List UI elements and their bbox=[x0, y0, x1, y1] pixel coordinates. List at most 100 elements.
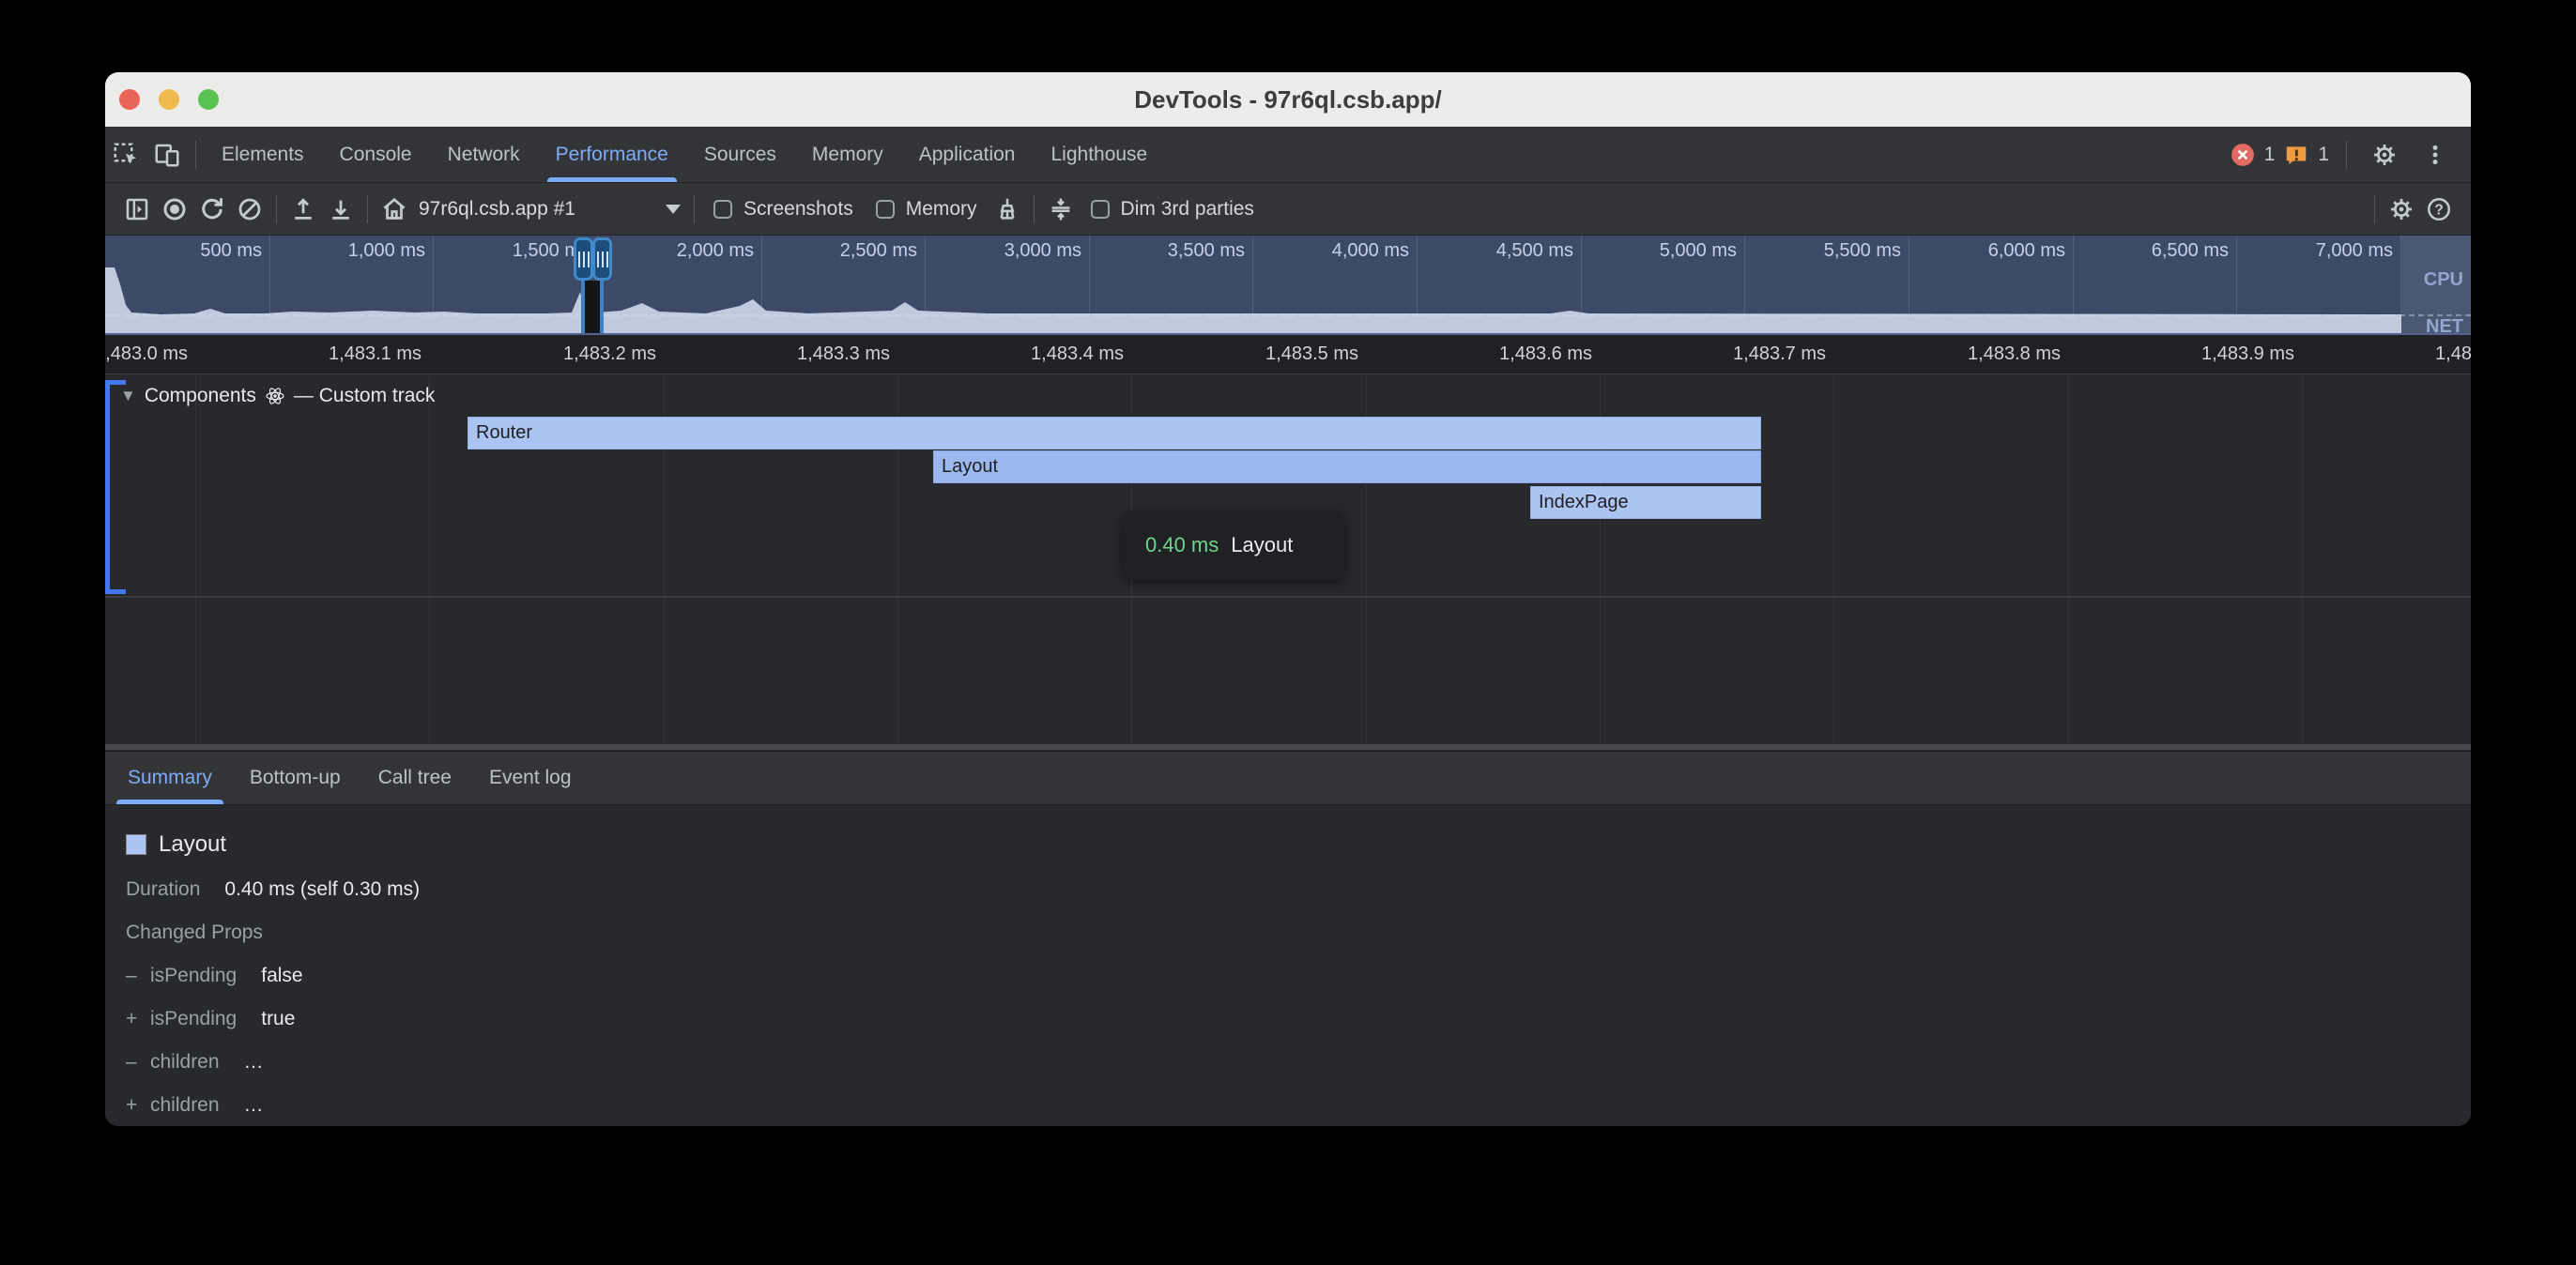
performance-toolbar: 97r6ql.csb.app #1 Screenshots Memory bbox=[105, 183, 2471, 236]
selection-left-handle[interactable] bbox=[574, 237, 593, 281]
tab-event-log[interactable]: Event log bbox=[470, 752, 590, 804]
flame-bar-router[interactable]: Router bbox=[468, 417, 1761, 450]
tabbar-right-cluster: 1 1 bbox=[2231, 127, 2471, 182]
tab-lighthouse[interactable]: Lighthouse bbox=[1033, 127, 1165, 182]
dim-3rd-parties-label: Dim 3rd parties bbox=[1121, 198, 1254, 221]
ruler-tick: 1,483.7 ms bbox=[1733, 343, 1826, 365]
tab-call-tree[interactable]: Call tree bbox=[360, 752, 470, 804]
changed-props-header: Changed Props bbox=[126, 922, 2471, 944]
tab-console[interactable]: Console bbox=[322, 127, 430, 182]
prop-sign: + bbox=[126, 1008, 150, 1030]
tab-performance[interactable]: Performance bbox=[538, 127, 686, 182]
inspect-element-icon[interactable] bbox=[105, 127, 146, 182]
ruler-tick: 1,483.3 ms bbox=[797, 343, 890, 365]
settings-gear-icon[interactable] bbox=[2364, 141, 2405, 169]
prop-key: children bbox=[150, 1094, 220, 1116]
window-title: DevTools - 97r6ql.csb.app/ bbox=[105, 85, 2471, 114]
svg-text:?: ? bbox=[2434, 202, 2444, 218]
prop-key: isPending bbox=[150, 1008, 237, 1029]
ruler-tick: 1,483.8 ms bbox=[1968, 343, 2061, 365]
titlebar: DevTools - 97r6ql.csb.app/ bbox=[105, 72, 2471, 127]
tab-memory[interactable]: Memory bbox=[794, 127, 901, 182]
screenshots-checkbox-group[interactable]: Screenshots bbox=[713, 198, 853, 221]
flame-bar-layout[interactable]: Layout bbox=[933, 450, 1761, 483]
ruler-tick: 1,483.6 ms bbox=[1499, 343, 1592, 365]
tab-elements[interactable]: Elements bbox=[204, 127, 322, 182]
selection-right-handle[interactable] bbox=[592, 237, 612, 281]
upload-profile-icon[interactable] bbox=[284, 195, 322, 223]
cpu-lane-label: CPU bbox=[2424, 269, 2463, 291]
timeline-overview[interactable]: 500 ms 1,000 ms 1,500 ms 2,000 ms 2,500 … bbox=[105, 236, 2471, 335]
clear-icon[interactable] bbox=[231, 195, 268, 223]
ruler-tick: 1,483.2 ms bbox=[563, 343, 656, 365]
home-icon[interactable] bbox=[376, 195, 413, 223]
download-profile-icon[interactable] bbox=[322, 195, 360, 223]
tab-sources[interactable]: Sources bbox=[686, 127, 794, 182]
dim-3rd-parties-checkbox[interactable] bbox=[1091, 200, 1110, 219]
tab-bottom-up[interactable]: Bottom-up bbox=[231, 752, 360, 804]
ruler-tick: 1,483.5 ms bbox=[1265, 343, 1358, 365]
tab-application[interactable]: Application bbox=[901, 127, 1034, 182]
changed-props-label: Changed Props bbox=[126, 922, 263, 944]
target-selector-value: 97r6ql.csb.app #1 bbox=[419, 198, 575, 221]
divider bbox=[195, 141, 196, 169]
gridline bbox=[429, 374, 430, 751]
track-name: Components bbox=[145, 385, 256, 407]
cpu-activity-chart bbox=[105, 236, 2401, 335]
record-icon[interactable] bbox=[156, 195, 193, 223]
ruler-tick: 1,483.1 ms bbox=[329, 343, 422, 365]
record-and-reload-icon[interactable] bbox=[193, 195, 231, 223]
prop-value: … bbox=[244, 1094, 264, 1117]
prop-row: –children … bbox=[126, 1051, 2471, 1074]
garbage-collect-icon[interactable] bbox=[989, 195, 1026, 223]
tab-summary[interactable]: Summary bbox=[109, 752, 231, 804]
prop-value: … bbox=[244, 1051, 264, 1074]
throttling-icon[interactable] bbox=[1042, 195, 1080, 223]
capture-settings-gear-icon[interactable] bbox=[2383, 195, 2420, 223]
track-header[interactable]: ▼ Components — Custom track bbox=[120, 380, 435, 412]
gridline bbox=[2302, 374, 2303, 751]
main-tabbar: Elements Console Network Performance Sou… bbox=[105, 127, 2471, 183]
details-tabbar: Summary Bottom-up Call tree Event log bbox=[105, 751, 2471, 805]
warning-icon[interactable] bbox=[2284, 143, 2308, 167]
prop-sign: – bbox=[126, 1051, 150, 1074]
selection-window[interactable] bbox=[585, 281, 600, 335]
detail-time-ruler[interactable]: 1,483.0 ms 1,483.1 ms 1,483.2 ms 1,483.3… bbox=[105, 335, 2471, 374]
prop-sign: – bbox=[126, 965, 150, 987]
prop-row: +isPending true bbox=[126, 1008, 2471, 1030]
memory-checkbox-group[interactable]: Memory bbox=[876, 198, 977, 221]
horizontal-scrollbar[interactable] bbox=[105, 744, 2471, 750]
flame-chart[interactable]: ▼ Components — Custom track Router Layou… bbox=[105, 374, 2471, 751]
prop-row: +children … bbox=[126, 1094, 2471, 1117]
prop-row: –isPending false bbox=[126, 965, 2471, 987]
ruler-tick: 1,483.0 ms bbox=[105, 343, 188, 365]
gridline bbox=[1833, 374, 1834, 751]
error-icon[interactable] bbox=[2231, 143, 2255, 167]
track-selection-bracket-bottom bbox=[105, 589, 126, 594]
prop-value: true bbox=[261, 1008, 295, 1030]
event-color-swatch bbox=[126, 834, 146, 855]
target-selector-dropdown[interactable]: 97r6ql.csb.app #1 bbox=[419, 198, 681, 221]
track-suffix: — Custom track bbox=[294, 385, 436, 407]
react-atom-icon bbox=[265, 386, 285, 406]
divider bbox=[2346, 141, 2347, 169]
dim-3rd-parties-checkbox-group[interactable]: Dim 3rd parties bbox=[1091, 198, 1254, 221]
divider bbox=[1034, 195, 1035, 223]
device-toolbar-icon[interactable] bbox=[146, 127, 188, 182]
memory-label: Memory bbox=[906, 198, 977, 221]
collapse-triangle-icon[interactable]: ▼ bbox=[120, 387, 136, 405]
tooltip-duration: 0.40 ms bbox=[1145, 533, 1219, 557]
toggle-sidebar-icon[interactable] bbox=[118, 195, 156, 223]
memory-checkbox[interactable] bbox=[876, 200, 895, 219]
error-count: 1 bbox=[2264, 144, 2276, 166]
tab-network[interactable]: Network bbox=[430, 127, 538, 182]
duration-value: 0.40 ms (self 0.30 ms) bbox=[224, 878, 420, 901]
flame-bar-indexpage[interactable]: IndexPage bbox=[1530, 486, 1761, 519]
overview-right-panel: CPU NET bbox=[2401, 236, 2471, 333]
selection-right-stem bbox=[600, 281, 604, 335]
kebab-menu-icon[interactable] bbox=[2415, 143, 2456, 167]
screenshots-checkbox[interactable] bbox=[713, 200, 732, 219]
gridline bbox=[2068, 374, 2069, 751]
summary-panel: Layout Duration 0.40 ms (self 0.30 ms) C… bbox=[105, 805, 2471, 1126]
help-icon[interactable]: ? bbox=[2420, 195, 2458, 223]
